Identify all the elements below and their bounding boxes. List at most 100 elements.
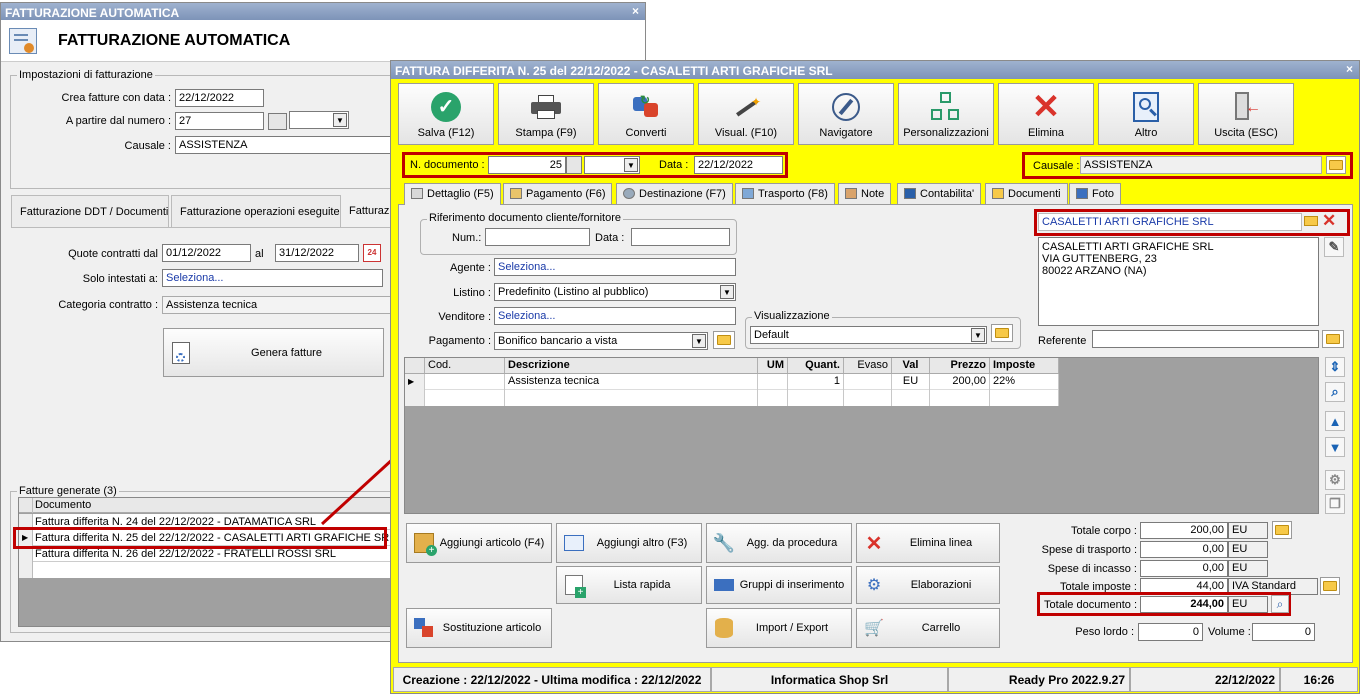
ndoc-checkbox[interactable] (566, 156, 582, 174)
tab-trasporto[interactable]: Trasporto (F8) (735, 183, 835, 204)
quote-to-input[interactable]: 31/12/2022 (275, 244, 359, 262)
altro-button[interactable]: Altro (1098, 83, 1194, 145)
cell-val[interactable]: EU (892, 374, 930, 390)
solo-intestati-input[interactable]: Seleziona... (162, 269, 383, 287)
carrello-button[interactable]: 🛒 Carrello (856, 608, 1000, 648)
peso-lordo-input[interactable]: 0 (1138, 623, 1203, 641)
crea-date-input[interactable]: 22/12/2022 (175, 89, 264, 107)
tab-documenti[interactable]: Documenti (985, 183, 1068, 204)
zoom-icon[interactable]: ⌕ (1271, 595, 1289, 613)
personalizzazioni-button[interactable]: Personalizzazioni (898, 83, 994, 145)
cell-evaso[interactable] (844, 374, 892, 390)
elimina-button[interactable]: ✕ Elimina (998, 83, 1094, 145)
tab-contabilita[interactable]: Contabilita' (897, 183, 982, 204)
agente-input[interactable]: Seleziona... (494, 258, 736, 276)
col-cod[interactable]: Cod. (425, 358, 505, 373)
edit-address-icon[interactable]: ✎ (1324, 237, 1344, 257)
ndoc-input[interactable]: 25 (488, 156, 566, 174)
uscita-button[interactable]: ← Uscita (ESC) (1198, 83, 1294, 145)
causale-folder-button[interactable] (1326, 156, 1346, 174)
causale-input[interactable]: ASSISTENZA (175, 136, 395, 154)
referente-folder-button[interactable] (1322, 330, 1344, 348)
gruppi-inserimento-button[interactable]: Gruppi di inserimento (706, 566, 852, 604)
table-row-empty[interactable] (19, 562, 394, 578)
tab-destinazione[interactable]: Destinazione (F7) (616, 183, 733, 204)
col-evaso[interactable]: Evaso (844, 358, 892, 373)
col-descrizione[interactable]: Descrizione (505, 358, 758, 373)
spese-incasso-value[interactable]: 0,00 (1140, 560, 1228, 577)
stampa-button[interactable]: Stampa (F9) (498, 83, 594, 145)
visualizzazione-select[interactable]: Default ▼ (750, 326, 987, 344)
cell-cod[interactable] (425, 374, 505, 390)
settings-doc-icon[interactable]: ⚙ (1325, 470, 1345, 490)
causale-front-input[interactable]: ASSISTENZA (1080, 156, 1322, 174)
pagamento-select[interactable]: Bonifico bancario a vista ▼ (494, 332, 708, 350)
listino-select[interactable]: Predefinito (Listino al pubblico) ▼ (494, 283, 736, 301)
col-val[interactable]: Val (892, 358, 930, 373)
data-input[interactable]: 22/12/2022 (694, 156, 783, 174)
close-icon[interactable]: × (1346, 62, 1353, 76)
tab-dettaglio[interactable]: Dettaglio (F5) (404, 183, 501, 205)
import-export-button[interactable]: Import / Export (706, 608, 852, 648)
elimina-linea-button[interactable]: ✕ Elimina linea (856, 523, 1000, 563)
customer-input[interactable]: CASALETTI ARTI GRAFICHE SRL (1038, 213, 1302, 231)
calendar-icon[interactable]: 24 (363, 244, 381, 262)
table-row[interactable]: ▶ Assistenza tecnica 1 EU 200,00 22% (405, 374, 1059, 390)
close-icon[interactable]: × (632, 4, 639, 18)
agg-da-procedura-button[interactable]: 🔧 Agg. da procedura (706, 523, 852, 563)
aggiungi-articolo-button[interactable]: + Aggiungi articolo (F4) (406, 523, 552, 563)
totale-imposte-folder-button[interactable] (1320, 577, 1340, 595)
series-select[interactable]: ▼ (289, 111, 349, 129)
salva-button[interactable]: ✓ Salva (F12) (398, 83, 494, 145)
cell-prezzo[interactable]: 200,00 (930, 374, 990, 390)
col-quant[interactable]: Quant. (788, 358, 844, 373)
chevron-down-icon[interactable]: ▼ (971, 328, 985, 342)
pagamento-folder-button[interactable] (713, 331, 735, 349)
visual-button[interactable]: ✦ Visual. (F10) (698, 83, 794, 145)
table-row-empty[interactable] (405, 390, 1059, 406)
aggiungi-altro-button[interactable]: Aggiungi altro (F3) (556, 523, 702, 563)
venditore-input[interactable]: Seleziona... (494, 307, 736, 325)
navigatore-button[interactable]: Navigatore (798, 83, 894, 145)
move-updown-icon[interactable]: ⇕ (1325, 357, 1345, 377)
elaborazioni-button[interactable]: ⚙ Elaborazioni (856, 566, 1000, 604)
copy-doc-icon[interactable]: ❐ (1325, 494, 1345, 514)
chevron-down-icon[interactable]: ▼ (333, 113, 347, 127)
chevron-down-icon[interactable]: ▼ (624, 158, 638, 172)
volume-input[interactable]: 0 (1252, 623, 1315, 641)
tab-note[interactable]: Note (838, 183, 892, 204)
customer-folder-icon[interactable] (1304, 216, 1318, 226)
partire-number-input[interactable]: 27 (175, 112, 264, 130)
zoom-icon[interactable]: ⌕ (1325, 382, 1345, 402)
tab-pagamento[interactable]: Pagamento (F6) (503, 183, 613, 204)
ndoc-series-select[interactable]: ▼ (584, 156, 640, 174)
tab-foto[interactable]: Foto (1069, 183, 1122, 204)
cell-um[interactable] (758, 374, 788, 390)
referente-input[interactable] (1092, 330, 1319, 348)
quote-from-input[interactable]: 01/12/2022 (162, 244, 251, 262)
address-box[interactable]: CASALETTI ARTI GRAFICHE SRL VIA GUTTENBE… (1038, 237, 1319, 326)
data2-input[interactable] (631, 228, 730, 246)
tab-operazioni[interactable]: Fatturazione operazioni eseguite (171, 195, 341, 227)
chevron-down-icon[interactable]: ▼ (692, 334, 706, 348)
series-checkbox[interactable] (268, 113, 287, 130)
num-input[interactable] (485, 228, 590, 246)
chevron-down-icon[interactable]: ▼ (720, 285, 734, 299)
visualizzazione-folder-button[interactable] (991, 324, 1013, 342)
col-imposte[interactable]: Imposte (990, 358, 1059, 373)
col-um[interactable]: UM (758, 358, 788, 373)
arrow-up-icon[interactable]: ▲ (1325, 411, 1345, 431)
cell-imposte[interactable]: 22% (990, 374, 1059, 390)
spese-trasporto-value[interactable]: 0,00 (1140, 541, 1228, 558)
sostituzione-articolo-button[interactable]: Sostituzione articolo (406, 608, 552, 648)
tab-ddt[interactable]: Fatturazione DDT / Documenti (11, 195, 169, 227)
totale-corpo-folder-button[interactable] (1272, 521, 1292, 539)
col-prezzo[interactable]: Prezzo (930, 358, 990, 373)
cell-descrizione[interactable]: Assistenza tecnica (505, 374, 758, 390)
customer-remove-icon[interactable]: ✕ (1322, 211, 1336, 231)
cell-quant[interactable]: 1 (788, 374, 844, 390)
categoria-input[interactable]: Assistenza tecnica (162, 296, 392, 314)
arrow-down-icon[interactable]: ▼ (1325, 437, 1345, 457)
lista-rapida-button[interactable]: + Lista rapida (556, 566, 702, 604)
converti-button[interactable]: ↻ Converti (598, 83, 694, 145)
